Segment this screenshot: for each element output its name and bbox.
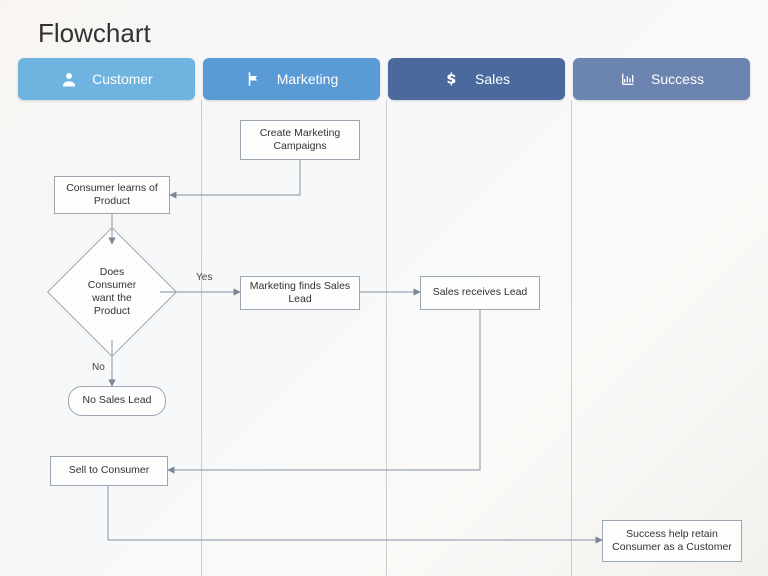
node-retain-customer: Success help retain Consumer as a Custom…: [602, 520, 742, 562]
chart-icon: [619, 70, 637, 88]
node-sell-to-consumer: Sell to Consumer: [50, 456, 168, 486]
edge-label-yes: Yes: [196, 272, 212, 283]
lane-label: Customer: [92, 71, 153, 87]
edge-label-no: No: [92, 362, 105, 373]
node-learns-of-product: Consumer learns of Product: [54, 176, 170, 214]
lane-header-customer: Customer: [18, 58, 195, 100]
swimlane-headers: Customer Marketing Sales Success: [18, 58, 750, 100]
node-create-campaigns: Create Marketing Campaigns: [240, 120, 360, 160]
node-receives-lead: Sales receives Lead: [420, 276, 540, 310]
lane-divider: [386, 100, 387, 576]
node-no-sales-lead: No Sales Lead: [68, 386, 166, 416]
person-icon: [60, 70, 78, 88]
lane-header-sales: Sales: [388, 58, 565, 100]
lane-label: Marketing: [277, 71, 338, 87]
flowchart-canvas: Flowchart Customer Marketing Sales Succe…: [0, 0, 768, 576]
lane-header-success: Success: [573, 58, 750, 100]
node-wants-product: Does Consumer want the Product: [66, 246, 158, 338]
lane-label: Success: [651, 71, 704, 87]
node-finds-lead: Marketing finds Sales Lead: [240, 276, 360, 310]
dollar-icon: [443, 70, 461, 88]
lane-label: Sales: [475, 71, 510, 87]
page-title: Flowchart: [38, 18, 151, 49]
node-wants-product-label: Does Consumer want the Product: [66, 246, 158, 338]
lane-divider: [201, 100, 202, 576]
lane-header-marketing: Marketing: [203, 58, 380, 100]
lane-divider: [571, 100, 572, 576]
flag-icon: [245, 70, 263, 88]
